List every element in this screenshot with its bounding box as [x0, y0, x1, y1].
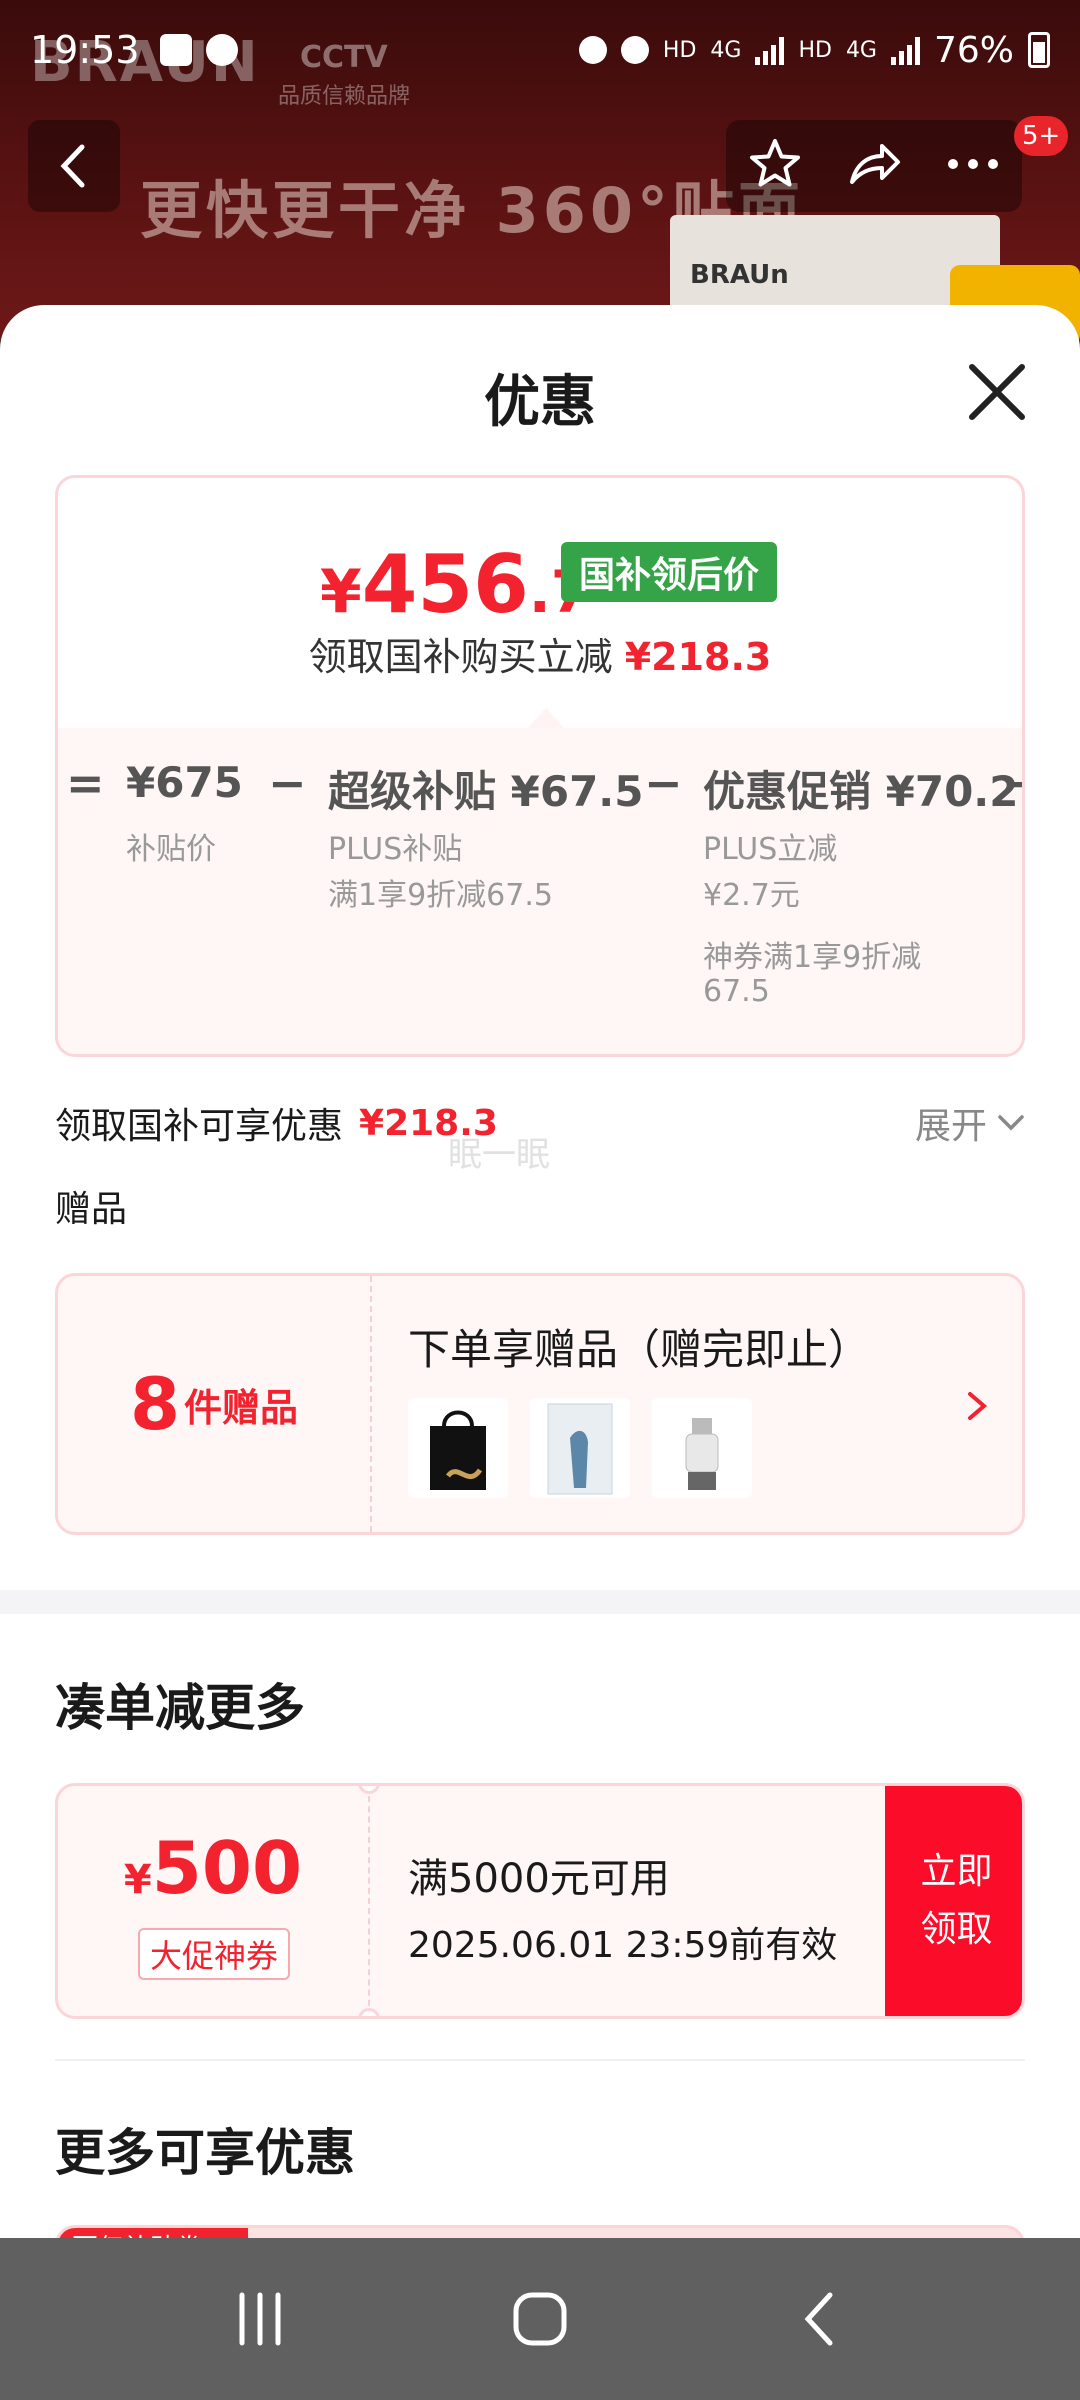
recents-button[interactable] — [210, 2269, 310, 2369]
network-hd-1: HD — [662, 37, 697, 63]
coupon-notch-top — [358, 1786, 380, 1794]
breakdown-operator: = — [66, 756, 105, 810]
chevron-down-icon — [998, 1115, 1024, 1131]
breakdown-operator: − — [644, 756, 683, 810]
gift-thumb-box — [530, 1398, 630, 1498]
gift-card[interactable]: 8 件赠品 下单享赠品（赠完即止） — [55, 1273, 1025, 1535]
breakdown-label: ¥2.7元 — [703, 878, 800, 913]
breakdown-label: PLUS补贴 — [328, 832, 463, 867]
coupon-tag: 大促神券 — [138, 1928, 291, 1980]
caret-pointer — [526, 708, 566, 730]
signal-icon-2 — [890, 35, 920, 65]
section-separator — [0, 1590, 1080, 1614]
price-card: ¥456.7 国补领后价 领取国补购买立减 ¥218.3 = ¥675 补贴价 −… — [55, 475, 1025, 1057]
network-4g-1: 4G — [710, 37, 742, 63]
signal-icon — [755, 35, 785, 65]
close-icon — [969, 364, 1025, 420]
status-time: 19:53 — [30, 28, 140, 72]
gift-count: 8 件赠品 — [58, 1276, 370, 1532]
system-nav-bar — [0, 2238, 1080, 2400]
breakdown-operator: − — [1008, 756, 1022, 810]
coupon-value: 500 — [151, 1826, 303, 1910]
header-actions — [726, 120, 1022, 212]
home-icon — [513, 2292, 567, 2346]
gift-count-number: 8 — [129, 1362, 181, 1446]
price-sub-value: ¥218.3 — [624, 635, 772, 679]
gift-count-unit: 件赠品 — [184, 1385, 299, 1430]
star-icon — [749, 139, 800, 187]
expand-button[interactable]: 展开 — [915, 1097, 1025, 1149]
savings-label: 领取国补可享优惠 — [55, 1106, 344, 1147]
more-dots-icon — [948, 159, 999, 169]
recents-icon — [239, 2292, 281, 2346]
coupon-divider — [368, 1786, 370, 2016]
network-4g-2: 4G — [845, 37, 877, 63]
breakdown-label: 补贴价 — [126, 832, 216, 867]
gift-title: 下单享赠品（赠完即止） — [408, 1325, 871, 1374]
breakdown-label: PLUS立减 — [703, 832, 838, 867]
breakdown-label: 67.5 — [703, 974, 770, 1009]
price-sub-label: 领取国补购买立减 — [308, 635, 613, 679]
price-breakdown: = ¥675 补贴价 − 超级补贴 ¥67.5 PLUS补贴 满1享9折减67.… — [58, 728, 1022, 1054]
battery-percent: 76% — [933, 29, 1014, 71]
claim-label-2: 领取 — [920, 1909, 993, 1950]
coupon-notch-bottom — [358, 2008, 380, 2016]
breakdown-value: 超级补贴 ¥67.5 — [328, 767, 644, 816]
gift-section-label: 赠品 — [55, 1189, 128, 1230]
price-integer: 456 — [361, 538, 529, 631]
more-offers-title: 更多可享优惠 — [55, 2124, 355, 2182]
back-icon — [804, 2292, 833, 2346]
price-tag: 国补领后价 — [561, 542, 778, 602]
final-price: ¥456.7 — [320, 538, 591, 631]
breakdown-value: ¥675 — [126, 758, 243, 807]
more-button[interactable] — [945, 154, 1001, 178]
breakdown-operator: − — [268, 756, 307, 810]
watermark: 眠一眠 — [448, 1135, 550, 1175]
network-hd-2: HD — [798, 37, 832, 63]
gift-thumb-bottle — [652, 1398, 752, 1498]
expand-label: 展开 — [914, 1106, 987, 1147]
promotion-sheet: 优惠 ¥456.7 国补领后价 领取国补购买立减 ¥218.3 = ¥675 补贴… — [0, 305, 1080, 2240]
breakdown-label: 神券满1享9折减 — [703, 940, 922, 975]
price-currency: ¥ — [320, 557, 362, 627]
coupon-condition: 满5000元可用 — [408, 1856, 670, 1902]
coupon-currency: ¥ — [123, 1857, 152, 1903]
breakdown-value: 优惠促销 ¥70.2 — [703, 767, 1019, 816]
coupon-card: ¥500 大促神券 满5000元可用 2025.06.01 23:59前有效 立… — [55, 1783, 1025, 2019]
home-button[interactable] — [490, 2269, 590, 2369]
divider — [55, 2059, 1025, 2061]
chevron-left-icon — [60, 144, 85, 188]
qq-notification-icon — [205, 34, 238, 66]
back-button[interactable] — [28, 120, 120, 212]
claim-label-1: 立即 — [920, 1851, 993, 1893]
coupon-expiry: 2025.06.01 23:59前有效 — [408, 1925, 838, 1966]
app-notification-icon — [159, 34, 192, 66]
alarm-icon — [620, 36, 649, 64]
coupon-amount: ¥500 — [58, 1826, 368, 1910]
chevron-right-icon — [968, 1392, 988, 1420]
gift-thumb-bag — [408, 1398, 508, 1498]
favorite-button[interactable] — [747, 136, 803, 196]
gift-next-button[interactable] — [958, 1376, 998, 1436]
price-subtext: 领取国补购买立减 ¥218.3 — [58, 626, 1022, 681]
status-bar: 19:53 HD 4G HD 4G 76% — [0, 0, 1080, 100]
recycle-icon — [578, 36, 607, 64]
message-count-badge: 5+ — [1014, 116, 1069, 156]
close-button[interactable] — [962, 357, 1032, 427]
claim-coupon-button[interactable]: 立即 领取 — [885, 1786, 1022, 2016]
breakdown-label: 满1享9折减67.5 — [328, 878, 553, 913]
coupon-section-title: 凑单减更多 — [55, 1679, 305, 1737]
share-button[interactable] — [844, 136, 904, 196]
banner-box-brand: BRAUn — [690, 260, 789, 290]
share-icon — [849, 144, 900, 184]
battery-icon — [1028, 32, 1050, 68]
system-back-button[interactable] — [770, 2269, 870, 2369]
sheet-title: 优惠 — [484, 370, 596, 435]
gift-divider — [370, 1276, 372, 1532]
